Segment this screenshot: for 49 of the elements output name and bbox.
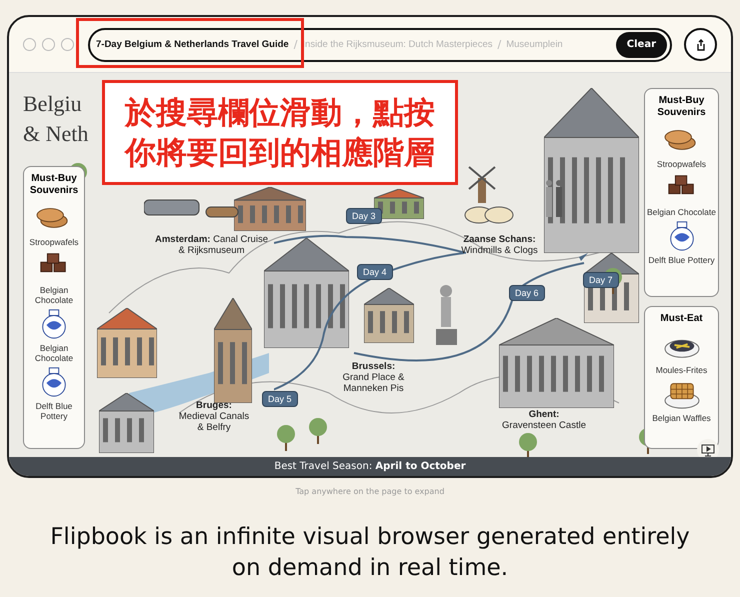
tree-drawing [309, 418, 327, 444]
people-drawing [544, 178, 564, 218]
houses-drawing [97, 308, 157, 378]
card-title: Must-Buy Souvenirs [656, 95, 707, 119]
share-button[interactable] [684, 28, 717, 61]
stop-label: Brussels: Grand Place & Manneken Pis [342, 361, 406, 394]
item-label: Stroopwafels [29, 237, 79, 247]
day-tag: Day 4 [357, 264, 393, 280]
window-dot-icon[interactable] [42, 38, 55, 51]
item-label: Delft Blue Pottery [648, 255, 715, 265]
tree-drawing [277, 425, 295, 451]
item-label: Stroopwafels [656, 159, 706, 169]
tree-drawing [519, 433, 537, 457]
item-label: Belgian Waffles [652, 413, 711, 423]
breadcrumb-separator: / [498, 38, 502, 51]
caption-text: Flipbook is an infinite visual browser generated entirely on demand in real time. [50, 523, 690, 583]
stop-label: Zaanse Schans: Windmills & Clogs [460, 234, 539, 256]
window-dot-icon[interactable] [23, 38, 36, 51]
window-dot-icon[interactable] [61, 38, 74, 51]
breadcrumb-separator: / [294, 38, 298, 51]
travel-map[interactable] [9, 73, 731, 457]
card-title: Must-Eat [660, 313, 703, 325]
item-label: Delft Blue Pottery [34, 401, 74, 421]
museum-drawing [234, 187, 306, 231]
day-tag: Day 6 [509, 285, 545, 301]
item-label: Belgian Chocolate [647, 207, 716, 217]
slideshow-icon[interactable] [697, 439, 719, 457]
statue-drawing [434, 283, 459, 345]
stop-label: Bruges: Medieval Canals & Belfry [178, 400, 250, 433]
item-label: Belgian Chocolate [34, 285, 74, 305]
day-tag: Day 3 [346, 208, 382, 224]
day-tag: Day 7 [583, 272, 619, 288]
season-banner: Best Travel Season: April to October [9, 457, 731, 476]
map-title: Belgiu & Neth [23, 90, 88, 148]
share-icon [696, 38, 706, 50]
building-drawing [99, 393, 154, 453]
farmhouse-drawing [374, 189, 424, 219]
card-title: Must-Buy Souvenirs [28, 173, 80, 197]
stop-label: Ghent: Gravensteen Castle [501, 409, 587, 431]
day-tag: Day 5 [262, 391, 298, 407]
stop-label: Amsterdam: Canal Cruise & Rijksmuseum [154, 234, 269, 256]
clear-button[interactable]: Clear [616, 32, 667, 58]
building-drawing [364, 288, 414, 343]
callout-text: 於搜尋欄位滑動，點按 [125, 94, 435, 132]
item-label: Moules-Frites [656, 365, 708, 375]
breadcrumb-link[interactable]: 7-Day Belgium & Netherlands Travel Guide [96, 39, 289, 50]
hint-text: Tap anywhere on the page to expand [296, 487, 444, 496]
callout-text: 你將要回到的相應階層 [125, 134, 435, 172]
item-label: Belgian Chocolate [34, 343, 74, 363]
